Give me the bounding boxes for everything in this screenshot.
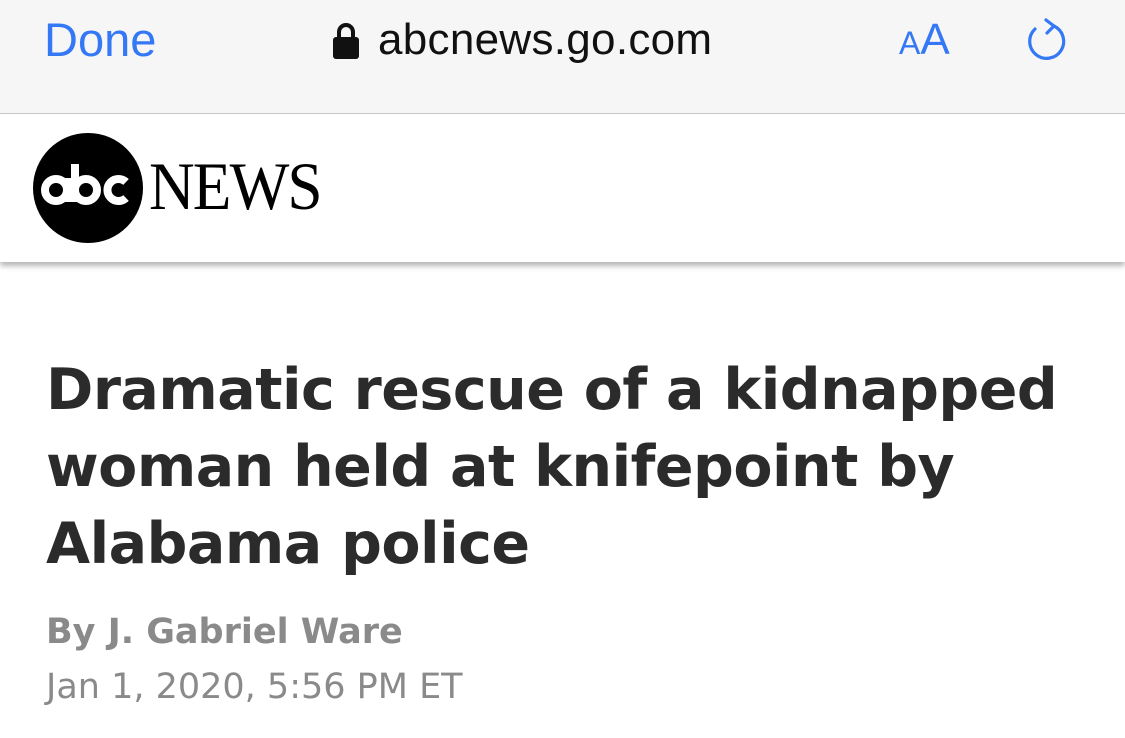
url-text: abcnews.go.com bbox=[378, 15, 713, 64]
browser-toolbar: Done abcnews.go.com AA bbox=[0, 0, 1125, 114]
site-header: NEWS bbox=[0, 114, 1125, 262]
article-byline: By J. Gabriel Ware bbox=[46, 612, 403, 652]
author-link[interactable]: J. Gabriel Ware bbox=[108, 612, 403, 652]
text-size-large-glyph: A bbox=[920, 15, 950, 64]
byline-prefix: By bbox=[46, 612, 108, 652]
done-button[interactable]: Done bbox=[44, 12, 156, 68]
news-wordmark: NEWS bbox=[149, 148, 323, 224]
address-bar[interactable]: abcnews.go.com bbox=[332, 12, 712, 68]
article-date: Jan 1, 2020, 5:56 PM ET bbox=[46, 667, 463, 707]
text-size-small-glyph: A bbox=[899, 25, 921, 61]
article-headline: Dramatic rescue of a kidnapped woman hel… bbox=[46, 357, 1058, 577]
reload-icon[interactable] bbox=[1020, 12, 1072, 68]
text-size-button[interactable]: AA bbox=[899, 12, 950, 68]
abc-logo[interactable] bbox=[32, 132, 144, 244]
lock-icon bbox=[333, 23, 359, 59]
